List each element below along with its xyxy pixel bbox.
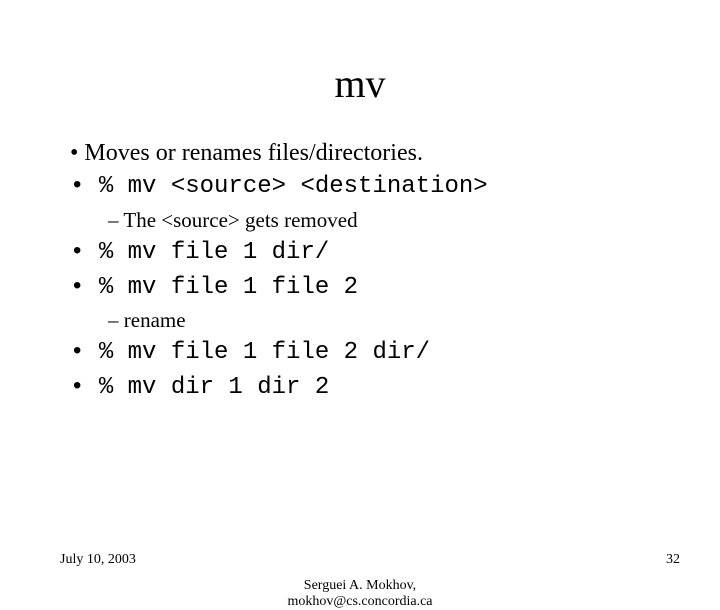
bullet-item: % mv <source> <destination> <box>70 171 680 203</box>
bullet-sub-item: rename <box>108 306 680 335</box>
footer-author-line2: mokhov@cs.concordia.ca <box>287 594 432 609</box>
bullet-item: % mv file 1 file 2 dir/ <box>70 337 680 369</box>
footer-author: Serguei A. Mokhov, mokhov@cs.concordia.c… <box>0 578 720 610</box>
bullet-item: % mv file 1 file 2 <box>70 272 680 304</box>
footer-author-line1: Serguei A. Mokhov, <box>304 578 416 593</box>
bullet-item: Moves or renames files/directories. <box>70 137 680 169</box>
slide-content: Moves or renames files/directories. % mv… <box>70 137 680 404</box>
slide: mv Moves or renames files/directories. %… <box>0 60 720 600</box>
bullet-sub-item: The <source> gets removed <box>108 206 680 235</box>
slide-title: mv <box>0 60 720 107</box>
footer-page-number: 32 <box>666 552 680 568</box>
bullet-item: % mv dir 1 dir 2 <box>70 372 680 404</box>
bullet-item: % mv file 1 dir/ <box>70 237 680 269</box>
footer-date: July 10, 2003 <box>60 552 136 568</box>
